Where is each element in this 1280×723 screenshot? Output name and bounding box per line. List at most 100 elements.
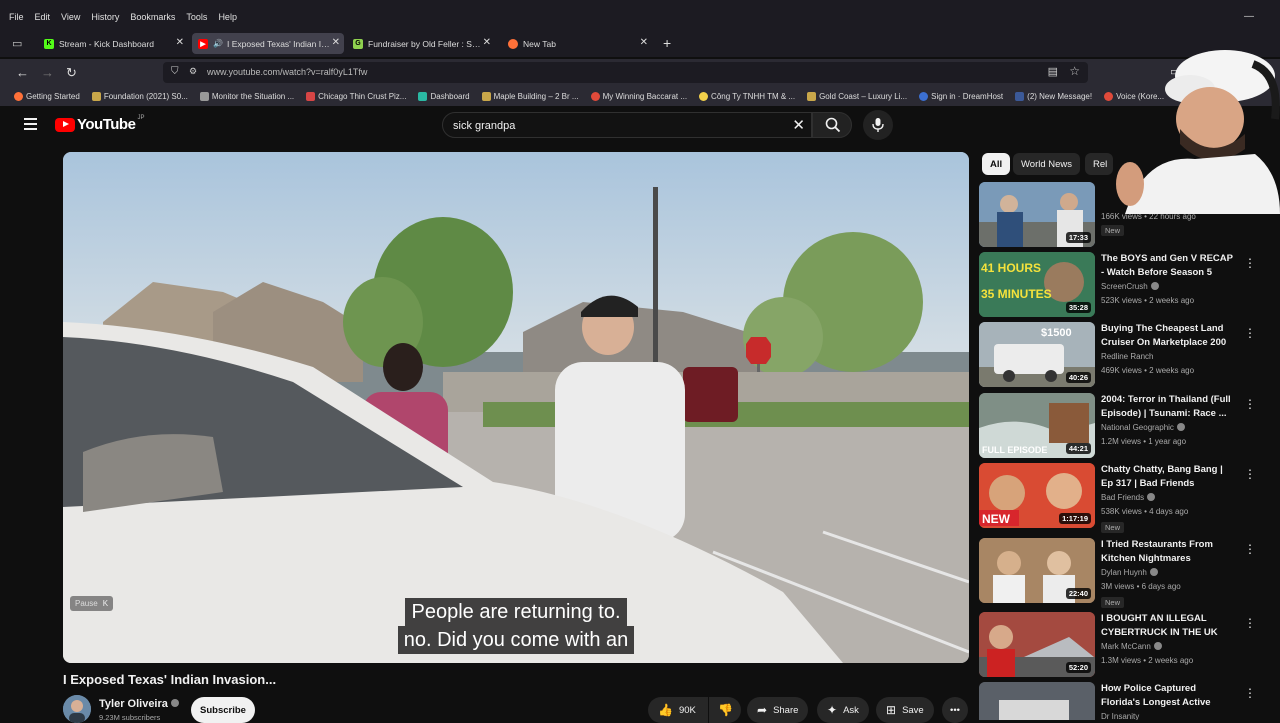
bookmark-item[interactable]: Sign in · DreamHost <box>919 91 1003 101</box>
more-vert-icon[interactable]: ⋮ <box>1244 616 1256 630</box>
more-vert-icon[interactable]: ⋮ <box>1244 256 1256 270</box>
tab-youtube-video[interactable]: ▶ 🔊 I Exposed Texas' Indian Invasion ✕ <box>192 33 344 54</box>
video-player[interactable]: Pause K People are returning to. no. Did … <box>63 152 969 663</box>
more-vert-icon[interactable]: ⋮ <box>1244 542 1256 556</box>
video-title[interactable]: How Police Captured Florida's Longest Ac… <box>1101 682 1236 710</box>
channel-name[interactable]: National Geographic <box>1101 422 1185 432</box>
video-title[interactable]: The BOYS and Gen V RECAP - Watch Before … <box>1101 252 1236 280</box>
more-vert-icon[interactable]: ⋮ <box>1244 467 1256 481</box>
bookmark-item[interactable]: Maple Building – 2 Br ... <box>481 91 579 101</box>
close-tab-icon[interactable]: ✕ <box>483 37 491 48</box>
url-text[interactable]: www.youtube.com/watch?v=ralf0yL1Tfw <box>207 67 367 77</box>
video-title[interactable]: I BOUGHT AN ILLEGAL CYBERTRUCK IN THE UK <box>1101 612 1236 640</box>
channel-name[interactable]: Dr Insanity <box>1101 712 1139 720</box>
video-thumbnail[interactable]: 52:20 <box>979 612 1095 677</box>
address-bar[interactable]: ⛉ ⚙ www.youtube.com/watch?v=ralf0yL1Tfw … <box>163 62 1088 83</box>
bookmark-item[interactable]: Gold Coast – Luxury Li... <box>807 91 907 101</box>
subscribe-button[interactable]: Subscribe <box>191 697 255 723</box>
recommendation-item[interactable]: 41 HOURS 35 MINUTES 35:28 The BOYS and Ge… <box>979 252 1269 318</box>
voice-search-button[interactable] <box>863 110 893 140</box>
search-button[interactable] <box>812 112 852 138</box>
minimize-icon[interactable]: — <box>1244 11 1254 22</box>
channel-name[interactable]: Dylan Huynh <box>1101 567 1158 577</box>
channel-name-text[interactable]: Dylan Huynh <box>1101 568 1147 577</box>
reload-icon[interactable]: ↻ <box>66 65 77 81</box>
video-thumbnail[interactable]: 22:40 <box>979 538 1095 603</box>
menu-view[interactable]: View <box>56 12 86 22</box>
menu-edit[interactable]: Edit <box>30 12 57 22</box>
menu-tools[interactable]: Tools <box>181 12 213 22</box>
recommendation-item[interactable]: $1500 40:26 Buying The Cheapest Land Cru… <box>979 322 1269 388</box>
audio-playing-icon[interactable]: 🔊 <box>213 39 223 48</box>
recommendation-item[interactable]: 22:40 I Tried Restaurants From Kitchen N… <box>979 538 1269 608</box>
channel-name[interactable]: Mark McCann <box>1101 641 1162 651</box>
tab-new-tab[interactable]: New Tab ✕ <box>502 33 652 54</box>
permissions-icon[interactable]: ⚙ <box>189 66 197 77</box>
video-thumbnail[interactable]: 41 HOURS 35 MINUTES 35:28 <box>979 252 1095 317</box>
dislike-button[interactable]: 👎 <box>709 697 741 723</box>
bookmark-item[interactable]: (2) New Message! <box>1015 91 1092 101</box>
channel-name[interactable]: Bad Friends <box>1101 492 1156 502</box>
more-actions-button[interactable]: ••• <box>942 697 968 723</box>
more-vert-icon[interactable]: ⋮ <box>1244 686 1256 700</box>
channel-name-text[interactable]: Mark McCann <box>1101 642 1151 651</box>
forward-arrow-icon[interactable]: → <box>41 65 54 80</box>
channel-name-text[interactable]: National Geographic <box>1101 423 1174 432</box>
menu-help[interactable]: Help <box>213 12 243 22</box>
bookmark-item[interactable]: Monitor the Situation ... <box>199 91 294 101</box>
menu-file[interactable]: File <box>4 12 30 22</box>
video-thumbnail[interactable] <box>979 682 1095 720</box>
close-tab-icon[interactable]: ✕ <box>176 37 184 48</box>
bookmark-item[interactable]: Dashboard <box>418 91 470 101</box>
channel-name-text[interactable]: Tyler Oliveira <box>99 698 168 710</box>
tab-list-icon[interactable]: ▭ <box>12 37 22 50</box>
channel-name[interactable]: Tyler Oliveira <box>99 698 179 710</box>
menu-bookmarks[interactable]: Bookmarks <box>125 12 181 22</box>
recommendation-item[interactable]: NEW 1:17:19 Chatty Chatty, Bang Bang | E… <box>979 463 1269 533</box>
back-arrow-icon[interactable]: ← <box>16 65 29 80</box>
save-button[interactable]: ⊞ Save <box>876 697 934 723</box>
recommendation-item[interactable]: FULL EPISODE 44:21 2004: Terror in Thail… <box>979 393 1269 459</box>
channel-avatar[interactable] <box>63 695 91 723</box>
bookmark-item[interactable]: My Winning Baccarat ... <box>590 91 687 101</box>
video-title[interactable]: Chatty Chatty, Bang Bang | Ep 317 | Bad … <box>1101 463 1236 491</box>
reader-view-icon[interactable]: ▤ <box>1048 65 1058 78</box>
recommendation-item[interactable]: 52:20 I BOUGHT AN ILLEGAL CYBERTRUCK IN … <box>979 612 1269 678</box>
video-title[interactable]: 2004: Terror in Thailand (Full Episode) … <box>1101 393 1236 421</box>
youtube-logo[interactable]: YouTube JP <box>55 115 144 133</box>
bookmark-item[interactable]: Chicago Thin Crust Piz... <box>306 91 406 101</box>
tab-kick-dashboard[interactable]: K Stream - Kick Dashboard ✕ <box>38 33 188 54</box>
menu-history[interactable]: History <box>86 12 125 22</box>
video-thumbnail[interactable]: $1500 40:26 <box>979 322 1095 387</box>
channel-name-text[interactable]: ScreenCrush <box>1101 282 1148 291</box>
search-query[interactable]: sick grandpa <box>453 120 515 132</box>
tab-fundraiser[interactable]: G Fundraiser by Old Feller : Supp ✕ <box>347 33 495 54</box>
bookmark-item[interactable]: Getting Started <box>14 91 80 101</box>
search-input[interactable]: sick grandpa ✕ <box>442 112 812 138</box>
ask-button[interactable]: ✦ Ask <box>817 697 869 723</box>
chip-world-news[interactable]: World News <box>1013 153 1081 175</box>
video-thumbnail[interactable]: 17:33 <box>979 182 1095 247</box>
channel-name[interactable]: Redline Ranch <box>1101 352 1153 361</box>
channel-name-text[interactable]: Bad Friends <box>1101 493 1144 502</box>
clear-search-icon[interactable]: ✕ <box>792 116 805 134</box>
tracking-shield-icon[interactable]: ⛉ <box>171 66 179 77</box>
recommendation-item[interactable]: How Police Captured Florida's Longest Ac… <box>979 682 1269 720</box>
share-button[interactable]: ➦ Share <box>747 697 809 723</box>
chip-all[interactable]: All <box>982 153 1011 175</box>
hamburger-menu-icon[interactable] <box>24 118 37 130</box>
video-title[interactable]: I Tried Restaurants From Kitchen Nightma… <box>1101 538 1236 566</box>
more-vert-icon[interactable]: ⋮ <box>1244 326 1256 340</box>
bookmark-item[interactable]: Foundation (2021) S0... <box>91 91 188 101</box>
more-vert-icon[interactable]: ⋮ <box>1244 397 1256 411</box>
channel-name[interactable]: ScreenCrush <box>1101 281 1159 291</box>
video-thumbnail[interactable]: FULL EPISODE 44:21 <box>979 393 1095 458</box>
video-title[interactable]: Buying The Cheapest Land Cruiser On Mark… <box>1101 322 1236 350</box>
video-thumbnail[interactable]: NEW 1:17:19 <box>979 463 1095 528</box>
like-button[interactable]: 👍 90K <box>648 697 708 723</box>
new-tab-icon[interactable]: + <box>663 35 671 51</box>
bookmark-star-icon[interactable]: ☆ <box>1069 64 1080 78</box>
close-tab-icon[interactable]: ✕ <box>640 37 648 48</box>
close-tab-icon[interactable]: ✕ <box>332 37 340 48</box>
bookmark-item[interactable]: Công Ty TNHH TM & ... <box>699 91 795 101</box>
